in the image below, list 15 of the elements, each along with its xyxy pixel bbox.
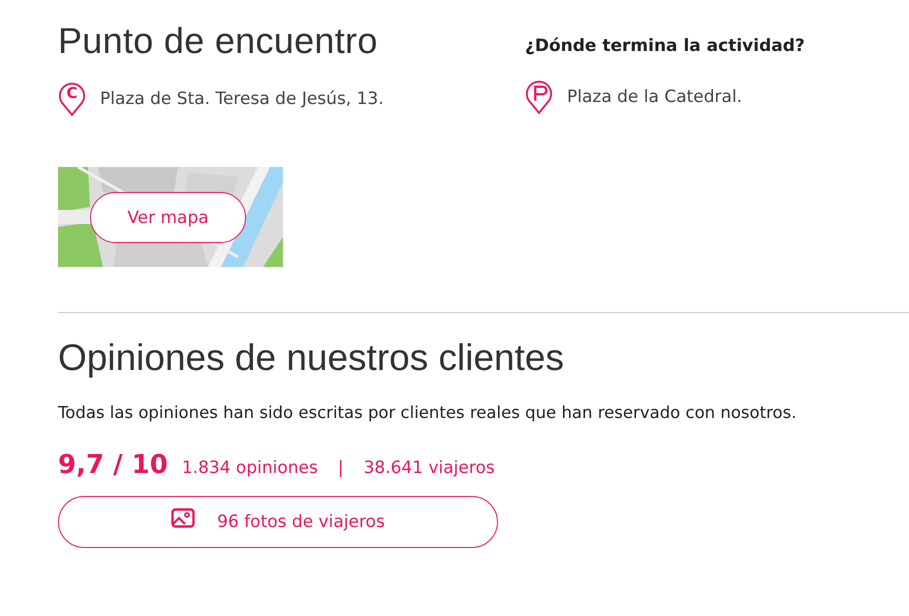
image-icon: [171, 508, 196, 528]
address-text: Plaza de Sta. Teresa de Jesús, 13.: [100, 89, 384, 109]
map-button[interactable]: Ver mapa: [90, 192, 246, 243]
separator-text: |: [338, 458, 344, 478]
traveler-count: 38.641 viajeros: [364, 458, 495, 478]
rating-score: 9,7 / 10: [58, 450, 168, 480]
section-title: Opiniones de nuestros clientes: [58, 337, 565, 379]
address-text: Plaza de la Catedral.: [567, 87, 742, 107]
flag-pin-icon: [525, 78, 553, 116]
review-count: 1.834 opiniones: [182, 458, 318, 478]
description-text: Todas las opiniones han sido escritas por clientes reales que han reservado con nosotros.: [58, 403, 798, 422]
section-title: Punto de encuentro: [58, 20, 379, 62]
section-subtitle: ¿Dónde termina la actividad?: [525, 36, 805, 56]
photos-button[interactable]: 96 fotos de viajeros: [58, 496, 498, 548]
map-pin-icon: C: [58, 80, 86, 118]
